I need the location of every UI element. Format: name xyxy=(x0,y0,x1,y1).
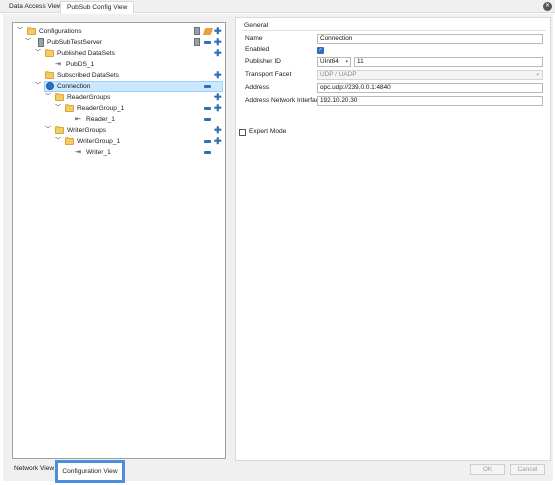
chevron-down-icon[interactable]: ﹀ xyxy=(54,136,62,147)
add-icon[interactable]: ✚ xyxy=(214,38,222,47)
tree-row-writergroup-1[interactable]: ﹀ WriterGroup_1 ✚ xyxy=(13,136,225,147)
publisher-id-label: Publisher ID xyxy=(245,58,281,65)
add-icon[interactable]: ✚ xyxy=(214,49,222,58)
folder-icon xyxy=(55,126,64,134)
divider xyxy=(242,30,546,31)
add-icon[interactable]: ✚ xyxy=(214,27,222,36)
tree-row-reader-1[interactable]: ⇤ Reader_1 xyxy=(13,114,225,125)
tree-label: Connection xyxy=(57,83,91,90)
server-icon xyxy=(38,38,44,47)
expert-mode-checkbox[interactable] xyxy=(239,129,246,136)
pubsub-config-panel: ﹀ Configurations ✚ ﹀ PubSubTestServer ✚ … xyxy=(3,14,553,483)
tab-configuration-view[interactable]: Configuration View xyxy=(55,460,125,483)
cancel-button[interactable]: Cancel xyxy=(510,464,545,475)
tree-row-writergroups[interactable]: ﹀ WriterGroups ✚ xyxy=(13,125,225,136)
tree-row-pubds-1[interactable]: ⇥ PubDS_1 xyxy=(13,59,225,70)
remove-icon[interactable] xyxy=(204,41,211,44)
transport-facet-value: UDP / UADP xyxy=(320,71,357,78)
remove-icon[interactable] xyxy=(204,118,211,121)
transport-facet-label: Transport Facet xyxy=(245,71,292,78)
chevron-down-icon[interactable]: ﹀ xyxy=(34,81,42,92)
tree-label: WriterGroups xyxy=(67,127,107,134)
add-icon[interactable]: ✚ xyxy=(214,126,222,135)
server-add-icon[interactable] xyxy=(194,27,200,35)
connection-icon xyxy=(46,82,54,90)
add-icon[interactable]: ✚ xyxy=(214,104,222,113)
server-settings-icon[interactable] xyxy=(194,38,200,46)
chevron-down-icon[interactable]: ﹀ xyxy=(54,103,62,114)
folder-icon xyxy=(65,137,74,145)
reader-icon: ⇤ xyxy=(75,116,81,123)
tree-label: ReaderGroups xyxy=(67,94,111,101)
transport-facet-select[interactable]: UDP / UADP ▾ xyxy=(317,70,543,80)
folder-icon xyxy=(45,49,54,57)
view-tab-strip: Data Access View PubSub Config View ✕ xyxy=(0,0,555,14)
add-icon[interactable]: ✚ xyxy=(214,137,222,146)
add-icon[interactable]: ✚ xyxy=(214,71,222,80)
tree-row-configurations[interactable]: ﹀ Configurations ✚ xyxy=(13,26,225,37)
dataset-icon: ⇥ xyxy=(55,61,61,68)
remove-icon[interactable] xyxy=(204,151,211,154)
configuration-tree[interactable]: ﹀ Configurations ✚ ﹀ PubSubTestServer ✚ … xyxy=(12,22,226,459)
publisher-id-field[interactable]: 11 xyxy=(354,57,543,67)
address-label: Address xyxy=(245,84,270,91)
address-network-interface-field[interactable]: 192.10.20.30 xyxy=(317,96,543,106)
expert-mode-label: Expert Mode xyxy=(249,128,287,135)
name-label: Name xyxy=(245,35,263,42)
tree-label: Subscribed DataSets xyxy=(57,72,119,79)
address-field[interactable]: opc.udp://239.0.0.1:4840 xyxy=(317,83,543,93)
tree-row-readergroup-1[interactable]: ﹀ ReaderGroup_1 ✚ xyxy=(13,103,225,114)
properties-pane: General Name Connection Enabled ✓ Publis… xyxy=(235,17,551,461)
tree-row-writer-1[interactable]: ⇥ Writer_1 xyxy=(13,147,225,158)
folder-icon xyxy=(65,104,74,112)
tree-label: Published DataSets xyxy=(57,50,115,57)
remove-icon[interactable] xyxy=(204,140,211,143)
chevron-down-icon[interactable]: ﹀ xyxy=(16,26,24,37)
remove-icon[interactable] xyxy=(204,85,211,88)
tree-row-subscribed-datasets[interactable]: Subscribed DataSets ✚ xyxy=(13,70,225,81)
address-network-interface-label: Address Network Interface xyxy=(245,97,323,104)
chevron-down-icon[interactable]: ﹀ xyxy=(44,125,52,136)
tree-row-published-datasets[interactable]: ﹀ Published DataSets ✚ xyxy=(13,48,225,59)
tree-label: PubDS_1 xyxy=(66,61,95,68)
folder-icon xyxy=(45,71,54,79)
folder-icon xyxy=(55,93,64,101)
tree-label: WriterGroup_1 xyxy=(77,138,121,145)
tab-pubsub-config-view[interactable]: PubSub Config View xyxy=(60,1,135,14)
publisher-id-type-value: UInt64 xyxy=(320,58,339,65)
chevron-down-icon[interactable]: ﹀ xyxy=(34,48,42,59)
chevron-down-icon: ▾ xyxy=(536,72,539,78)
tab-network-view[interactable]: Network View xyxy=(10,463,58,475)
close-icon[interactable]: ✕ xyxy=(543,2,552,11)
tree-label: Configurations xyxy=(39,28,82,35)
chevron-down-icon: ▾ xyxy=(345,59,348,65)
edit-icon[interactable] xyxy=(202,28,214,35)
add-icon[interactable]: ✚ xyxy=(214,93,222,102)
name-field[interactable]: Connection xyxy=(317,34,543,44)
chevron-down-icon[interactable]: ﹀ xyxy=(24,37,32,48)
tree-row-pubsubtestserver[interactable]: ﹀ PubSubTestServer ✚ xyxy=(13,37,225,48)
publisher-id-type-select[interactable]: UInt64 ▾ xyxy=(317,57,351,67)
enabled-label: Enabled xyxy=(245,46,270,53)
tree-row-connection[interactable]: ﹀ Connection xyxy=(13,81,225,92)
tree-label: Writer_1 xyxy=(86,149,111,156)
group-title-general: General xyxy=(244,22,269,29)
tree-label: PubSubTestServer xyxy=(47,39,102,46)
remove-icon[interactable] xyxy=(204,107,211,110)
chevron-down-icon[interactable]: ﹀ xyxy=(44,92,52,103)
enabled-checkbox[interactable]: ✓ xyxy=(317,47,324,54)
tree-label: ReaderGroup_1 xyxy=(77,105,125,112)
tree-row-readergroups[interactable]: ﹀ ReaderGroups ✚ xyxy=(13,92,225,103)
ok-button[interactable]: OK xyxy=(470,464,505,475)
tab-data-access-view[interactable]: Data Access View xyxy=(3,1,68,13)
tree-label: Reader_1 xyxy=(86,116,115,123)
folder-icon xyxy=(27,27,36,35)
writer-icon: ⇥ xyxy=(75,149,81,156)
